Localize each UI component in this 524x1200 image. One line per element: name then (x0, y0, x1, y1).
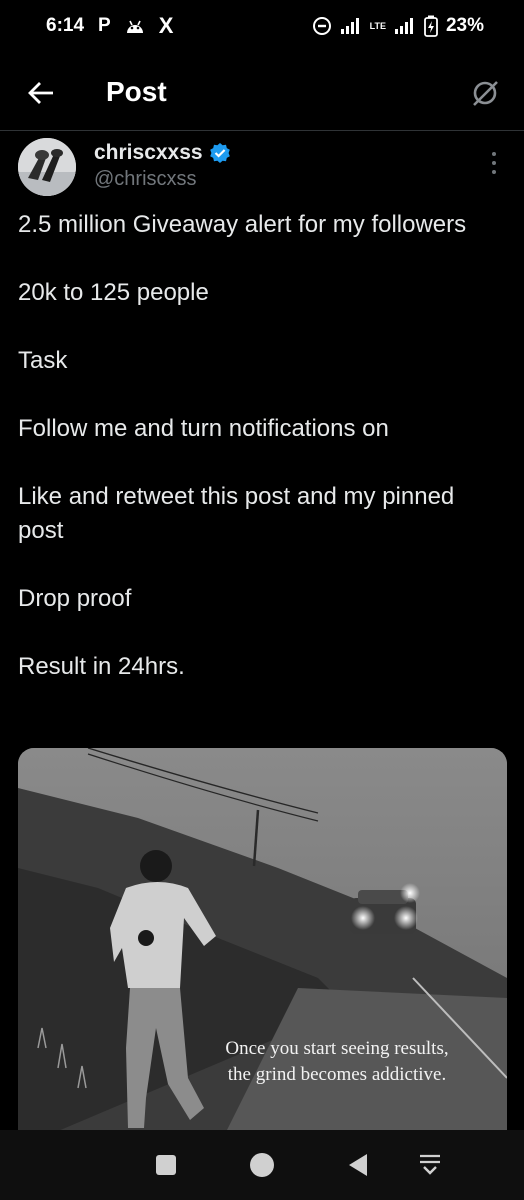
display-name[interactable]: chriscxxss (94, 141, 203, 165)
header-divider (0, 130, 524, 131)
status-left: 6:14 P X (46, 13, 173, 39)
signal-icon-2 (394, 17, 416, 35)
signal-icon (340, 17, 362, 35)
x-icon: X (158, 13, 174, 38)
media-caption: Once you start seeing results, the grind… (187, 1036, 487, 1088)
more-options-button[interactable] (486, 150, 502, 176)
grok-icon (473, 81, 498, 106)
post-paragraph: Result in 24hrs. (18, 653, 185, 680)
header: Post (0, 62, 524, 124)
post-paragraph: Like and retweet this post and my pinned… (18, 483, 455, 544)
network-label: LTE (369, 21, 386, 31)
avatar-image (18, 138, 76, 196)
back-button[interactable] (24, 76, 58, 110)
system-nav-bar (0, 1130, 524, 1200)
p-icon: P (98, 15, 111, 36)
media-photo (18, 748, 507, 1148)
post-paragraph: Follow me and turn notifications on (18, 415, 389, 442)
author-handle[interactable]: @chriscxss (94, 168, 197, 191)
android-icon (125, 17, 145, 35)
caption-line: the grind becomes addictive. (227, 1064, 447, 1085)
back-nav-button[interactable] (343, 1150, 373, 1180)
caption-line: Once you start seeing results, (225, 1038, 449, 1059)
back-triangle-icon (349, 1154, 367, 1176)
post-paragraph: Drop proof (18, 585, 132, 612)
arrow-left-icon (28, 82, 53, 104)
recents-button[interactable] (151, 1150, 181, 1180)
status-bar: 6:14 P X LTE 23% (0, 0, 524, 52)
home-icon (250, 1153, 274, 1177)
status-time: 6:14 (46, 15, 85, 36)
post-paragraph: 2.5 million Giveaway alert for my follow… (18, 211, 467, 238)
author-name-row[interactable]: chriscxxss (94, 141, 231, 165)
status-right: LTE 23% (312, 15, 484, 37)
post-media-image[interactable]: Once you start seeing results, the grind… (18, 748, 507, 1148)
more-dot (492, 170, 496, 174)
dnd-icon (312, 16, 332, 36)
battery-percent: 23% (445, 15, 484, 36)
post-text: 2.5 million Giveaway alert for my follow… (18, 208, 506, 718)
keyboard-hide-icon (420, 1154, 440, 1175)
more-dot (492, 152, 496, 156)
verified-badge-icon (209, 143, 230, 163)
grok-button[interactable] (468, 76, 502, 110)
keyboard-hide-button[interactable] (415, 1150, 445, 1180)
recents-icon (156, 1155, 176, 1175)
battery-charging-icon (424, 15, 438, 37)
home-button[interactable] (247, 1150, 277, 1180)
post-paragraph: Task (18, 347, 68, 374)
post-paragraph: 20k to 125 people (18, 279, 209, 306)
page-title: Post (106, 76, 167, 107)
avatar[interactable] (18, 138, 76, 196)
screen: 6:14 P X LTE 23% Post chriscxxss @chrisc… (0, 0, 524, 1200)
more-dot (492, 161, 496, 165)
